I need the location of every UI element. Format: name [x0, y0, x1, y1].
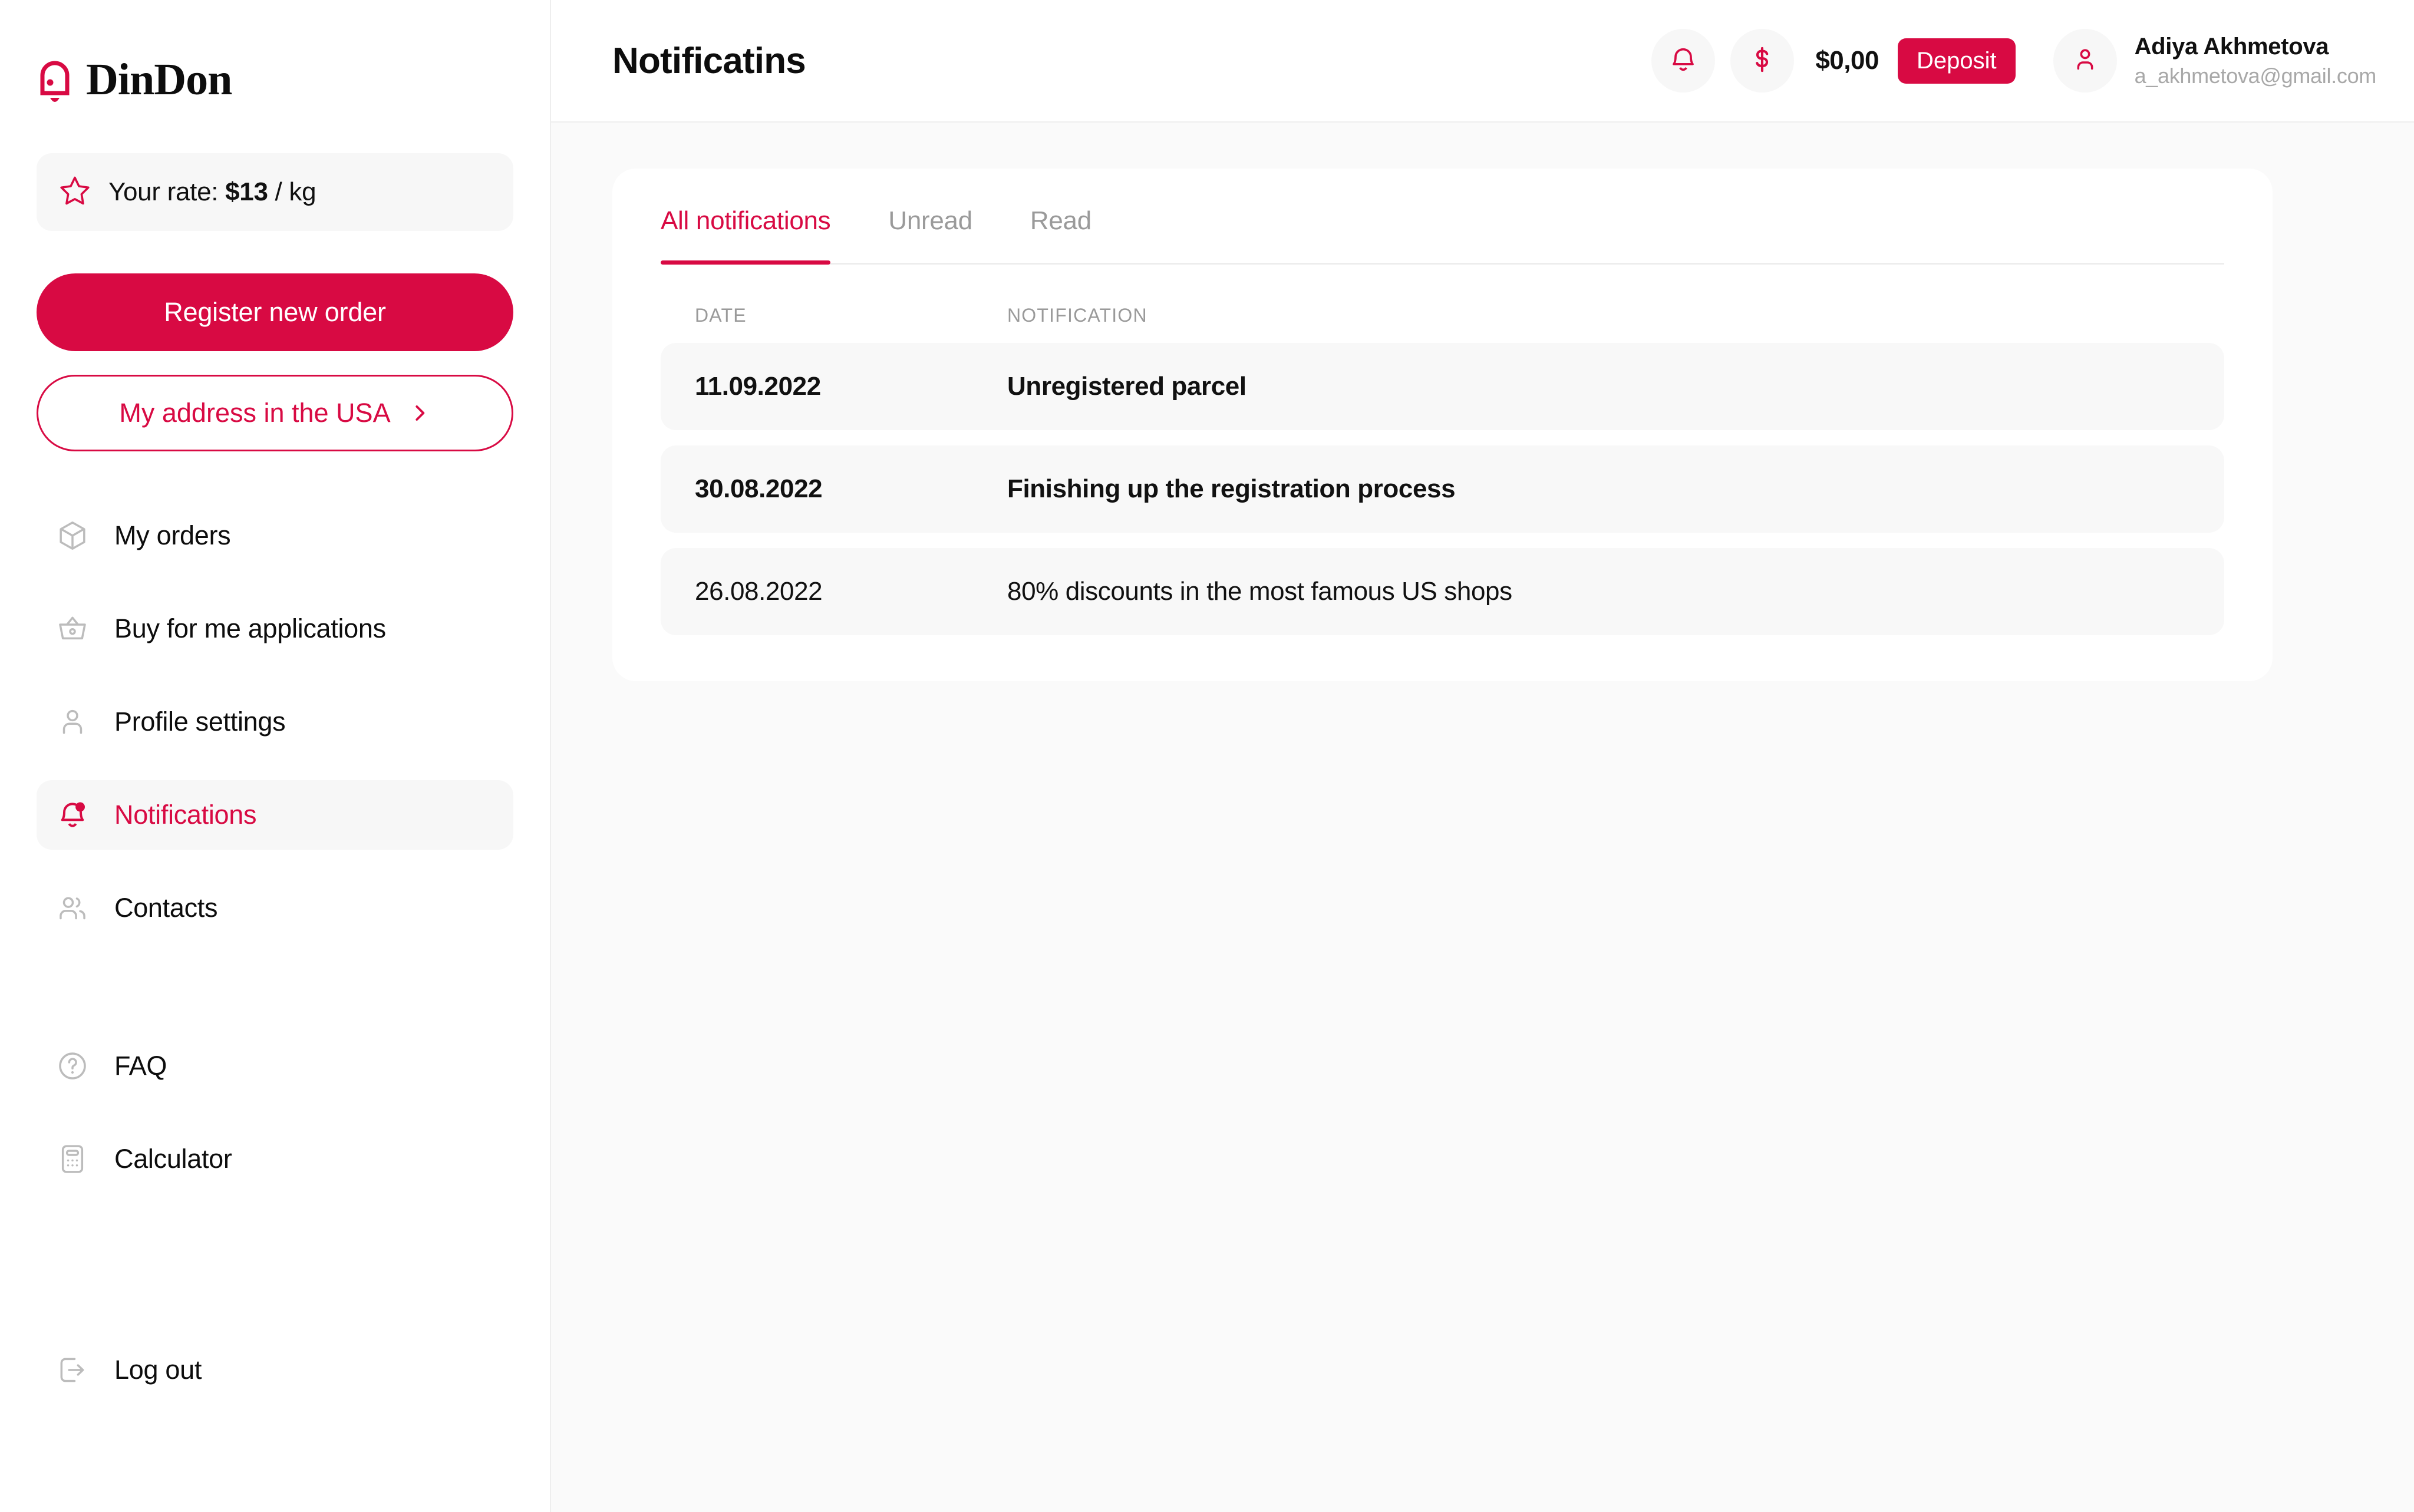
- rate-label: Your rate: $13 / kg: [108, 177, 316, 206]
- bell-icon: [1668, 44, 1699, 78]
- row-date: 11.09.2022: [695, 372, 821, 401]
- calculator-icon: [55, 1142, 90, 1176]
- tab-read[interactable]: Read: [1030, 206, 1091, 263]
- sidebar-item-label: My orders: [114, 520, 231, 550]
- app-root: DinDon Your rate: $13 / kg Register new …: [0, 0, 2414, 1512]
- bell-icon: [37, 49, 73, 110]
- tab-all-notifications[interactable]: All notifications: [661, 206, 831, 265]
- sidebar: DinDon Your rate: $13 / kg Register new …: [0, 0, 551, 1512]
- row-date: 26.08.2022: [695, 577, 823, 606]
- sidebar-item-contacts[interactable]: Contacts: [37, 873, 513, 943]
- user-info: Adiya Akhmetova a_akhmetova@gmail.com: [2134, 33, 2377, 88]
- sidebar-nav: My orders Buy for me applications Profil…: [0, 501, 550, 1405]
- question-circle-icon: [55, 1049, 90, 1083]
- row-notification: 80% discounts in the most famous US shop…: [1007, 577, 1512, 606]
- sidebar-item-faq[interactable]: FAQ: [37, 1031, 513, 1101]
- table-row[interactable]: 26.08.2022 80% discounts in the most fam…: [661, 548, 2224, 635]
- tab-unread[interactable]: Unread: [888, 206, 972, 263]
- table-header: DATE NOTIFICATION: [661, 265, 2224, 343]
- notifications-button[interactable]: [1651, 29, 1716, 93]
- sidebar-item-my-orders[interactable]: My orders: [37, 501, 513, 570]
- user-name: Adiya Akhmetova: [2134, 33, 2329, 60]
- top-bar: Notificatins $0,00 Deposit Adiya Akhmeto…: [551, 0, 2414, 123]
- content-area: All notifications Unread Read DATE NOTIF…: [551, 123, 2414, 1512]
- notifications-list: 11.09.2022 Unregistered parcel 30.08.202…: [661, 343, 2224, 635]
- user-email: a_akhmetova@gmail.com: [2134, 63, 2377, 88]
- chevron-right-icon: [408, 402, 431, 424]
- logout-icon: [55, 1353, 90, 1387]
- table-row[interactable]: 11.09.2022 Unregistered parcel: [661, 343, 2224, 430]
- table-row[interactable]: 30.08.2022 Finishing up the registration…: [661, 445, 2224, 533]
- sidebar-item-label: Log out: [114, 1355, 202, 1385]
- box-icon: [55, 519, 90, 553]
- page-title: Notificatins: [612, 40, 806, 81]
- tab-bar: All notifications Unread Read: [661, 169, 2224, 265]
- basket-icon: [55, 612, 90, 646]
- star-icon: [59, 175, 91, 210]
- notifications-card: All notifications Unread Read DATE NOTIF…: [612, 169, 2273, 681]
- bell-icon: [55, 798, 90, 832]
- balance-amount: $0,00: [1815, 46, 1879, 75]
- nav-divider-spacer: [37, 966, 513, 1031]
- sidebar-item-calculator[interactable]: Calculator: [37, 1124, 513, 1194]
- row-notification: Finishing up the registration process: [1007, 474, 1456, 503]
- user-icon: [55, 705, 90, 739]
- sidebar-item-log-out[interactable]: Log out: [37, 1335, 513, 1405]
- register-new-order-button[interactable]: Register new order: [37, 273, 513, 351]
- my-address-label: My address in the USA: [119, 398, 391, 428]
- column-header-date: DATE: [695, 305, 747, 326]
- row-date: 30.08.2022: [695, 474, 823, 503]
- main-area: Notificatins $0,00 Deposit Adiya Akhmeto…: [551, 0, 2414, 1512]
- users-icon: [55, 891, 90, 925]
- nav-bottom-spacer: [37, 1217, 513, 1335]
- top-bar-actions: $0,00 Deposit Adiya Akhmetova a_akhmetov…: [1651, 29, 2376, 93]
- my-address-usa-button[interactable]: My address in the USA: [37, 375, 513, 451]
- sidebar-item-buy-for-me[interactable]: Buy for me applications: [37, 594, 513, 663]
- brand-logo[interactable]: DinDon: [0, 0, 550, 110]
- rate-card: Your rate: $13 / kg: [37, 153, 513, 231]
- deposit-button[interactable]: Deposit: [1897, 38, 2016, 84]
- balance-button[interactable]: [1730, 29, 1795, 93]
- sidebar-item-label: FAQ: [114, 1051, 167, 1081]
- dollar-icon: [1747, 44, 1777, 78]
- avatar[interactable]: [2053, 29, 2117, 93]
- row-notification: Unregistered parcel: [1007, 372, 1246, 401]
- sidebar-item-profile-settings[interactable]: Profile settings: [37, 687, 513, 757]
- sidebar-item-label: Contacts: [114, 893, 218, 923]
- sidebar-item-label: Profile settings: [114, 707, 286, 737]
- user-icon: [2070, 45, 2100, 77]
- sidebar-item-label: Calculator: [114, 1144, 232, 1174]
- user-menu[interactable]: Adiya Akhmetova a_akhmetova@gmail.com: [2053, 29, 2376, 93]
- sidebar-item-label: Notifications: [114, 800, 257, 830]
- column-header-notification: NOTIFICATION: [1007, 305, 1147, 326]
- brand-name: DinDon: [86, 54, 232, 104]
- sidebar-item-notifications[interactable]: Notifications: [37, 780, 513, 850]
- sidebar-item-label: Buy for me applications: [114, 613, 386, 643]
